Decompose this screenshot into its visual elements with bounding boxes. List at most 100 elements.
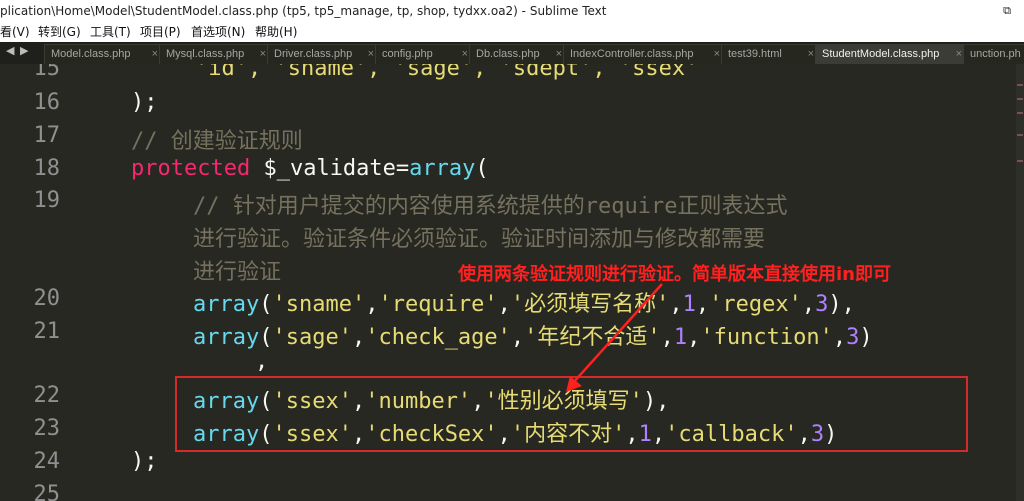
code-token: ( — [475, 156, 489, 181]
close-icon[interactable]: × — [808, 45, 814, 64]
close-icon[interactable]: × — [260, 45, 266, 64]
line-number: 17 — [33, 123, 61, 148]
code-token: ( — [259, 292, 273, 317]
code-line-17: // 创建验证规则 — [131, 123, 303, 155]
title-bar: plication\Home\Model\StudentModel.class.… — [0, 0, 1024, 23]
code-token: 'require' — [378, 292, 498, 317]
code-token: '必须填写名称' — [510, 292, 670, 317]
code-line-19: // 针对用户提交的内容使用系统提供的require正则表达式 — [193, 188, 787, 220]
menu-preferences[interactable]: 首选项(N) — [191, 22, 245, 42]
code-token: 'sage' — [272, 325, 352, 350]
tab-mysql[interactable]: Mysql.class.php × — [159, 44, 273, 64]
tab-label: IndexController.class.php — [570, 48, 694, 60]
code-line-24: ); — [131, 449, 158, 474]
code-token: 'regex' — [709, 292, 802, 317]
line-number: 19 — [33, 188, 61, 213]
code-line-20: array('sname','require','必须填写名称',1,'rege… — [193, 286, 855, 318]
tab-label: test39.html — [728, 48, 782, 60]
code-token: // 针对用户提交的内容使用系统提供的require正则表达式 — [193, 194, 788, 219]
code-line-21-wrap: , — [255, 349, 268, 374]
code-line-19-wrap-2: 进行验证 — [193, 254, 281, 286]
code-line-16: ); — [131, 90, 158, 115]
line-number: 21 — [33, 319, 61, 344]
code-token: ) — [859, 325, 873, 350]
tab-label: Model.class.php — [51, 48, 131, 60]
code-token: array — [193, 325, 260, 350]
line-number: 15 — [33, 64, 61, 81]
code-token: array — [409, 156, 476, 181]
menu-help[interactable]: 帮助(H) — [255, 22, 297, 42]
tab-function[interactable]: unction.ph — [963, 44, 1024, 64]
tab-nav-arrows-icon[interactable]: ◀ ▶ — [6, 44, 29, 57]
tab-indexcontroller[interactable]: IndexController.class.php × — [563, 44, 727, 64]
menu-bar: 看(V) 转到(G) 工具(T) 项目(P) 首选项(N) 帮助(H) — [0, 22, 1024, 42]
code-token: , — [510, 325, 525, 350]
close-icon[interactable]: × — [714, 45, 720, 64]
tab-studentmodel[interactable]: StudentModel.class.php × — [815, 44, 969, 64]
code-token: array — [193, 292, 260, 317]
menu-project[interactable]: 项目(P) — [140, 22, 181, 42]
code-token: protected — [131, 156, 251, 181]
tab-model[interactable]: Model.class.php × — [44, 44, 165, 64]
tab-label: Driver.class.php — [274, 48, 353, 60]
tab-label: Mysql.class.php — [166, 48, 245, 60]
close-icon[interactable]: × — [368, 45, 374, 64]
code-token: 进行验证。验证条件必须验证。验证时间添加与修改都需要 — [193, 227, 766, 252]
code-token: $_validate= — [250, 156, 410, 181]
close-icon[interactable]: × — [152, 45, 158, 64]
line-number: 25 — [33, 482, 61, 501]
tab-db[interactable]: Db.class.php × — [469, 44, 569, 64]
close-icon[interactable]: × — [956, 45, 962, 64]
tab-bar: ◀ ▶ Model.class.php × Mysql.class.php × … — [0, 42, 1024, 65]
code-token: , — [669, 292, 683, 317]
line-number: 24 — [33, 449, 61, 474]
code-token: , — [832, 325, 847, 350]
code-token: '年纪不合适' — [524, 325, 661, 350]
minimap-mark — [1017, 112, 1023, 114]
tab-label: config.php — [382, 48, 433, 60]
close-icon[interactable]: × — [462, 45, 468, 64]
code-token: 1 — [682, 292, 696, 317]
code-line-18: protected $_validate=array( — [131, 156, 489, 181]
restore-window-icon[interactable]: ⧉ — [998, 0, 1016, 22]
line-number: 16 — [33, 90, 61, 115]
tab-label: unction.ph — [970, 48, 1021, 60]
minimap-mark — [1017, 98, 1023, 100]
menu-tools[interactable]: 工具(T) — [90, 22, 131, 42]
highlight-box — [175, 376, 968, 452]
tab-driver[interactable]: Driver.class.php × — [267, 44, 381, 64]
minimap[interactable] — [1016, 64, 1024, 501]
code-token: 'id', 'sname', 'sage', 'sdept', 'ssex' — [195, 64, 699, 81]
close-icon[interactable]: × — [556, 45, 562, 64]
code-token: , — [255, 349, 269, 374]
line-number: 22 — [33, 383, 61, 408]
tab-label: StudentModel.class.php — [822, 48, 940, 60]
code-token: 3 — [815, 292, 829, 317]
tab-config[interactable]: config.php × — [375, 44, 475, 64]
code-token: , — [365, 292, 379, 317]
code-token: , — [801, 292, 816, 317]
code-token: , — [687, 325, 701, 350]
code-line-21: array('sage','check_age','年纪不合适',1,'func… — [193, 319, 873, 351]
code-token: , — [351, 325, 366, 350]
code-token: , — [497, 292, 511, 317]
line-number: 20 — [33, 286, 61, 311]
tab-test39[interactable]: test39.html × — [721, 44, 821, 64]
window-title: plication\Home\Model\StudentModel.class.… — [0, 4, 607, 18]
line-number: 23 — [33, 416, 61, 441]
code-line-19-wrap-1: 进行验证。验证条件必须验证。验证时间添加与修改都需要 — [193, 221, 765, 253]
minimap-mark — [1017, 160, 1023, 162]
code-token: ( — [259, 325, 273, 350]
code-token: 进行验证 — [193, 260, 282, 285]
annotation-text: 使用两条验证规则进行验证。简单版本直接使用in即可 — [458, 264, 891, 285]
code-line-15: 'id', 'sname', 'sage', 'sdept', 'ssex' — [195, 64, 698, 81]
menu-view[interactable]: 看(V) — [0, 22, 30, 42]
code-token: ); — [131, 449, 158, 474]
minimap-mark — [1017, 84, 1023, 86]
code-token: // 创建验证规则 — [131, 129, 303, 154]
code-token: , — [695, 292, 710, 317]
minimap-mark — [1017, 134, 1023, 136]
code-token: ); — [131, 90, 158, 115]
code-token: , — [660, 325, 674, 350]
menu-goto[interactable]: 转到(G) — [38, 22, 81, 42]
